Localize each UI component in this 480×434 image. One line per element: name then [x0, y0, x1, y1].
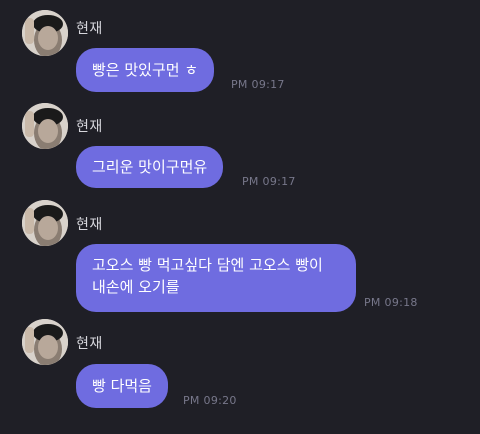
chat-thread: 현재 빵은 맛있구먼 ㅎ PM 09:17 현재 그리운 맛이구먼유 PM 09… [0, 0, 480, 434]
message-bubble[interactable]: 빵은 맛있구먼 ㅎ [76, 48, 215, 92]
avatar[interactable] [22, 10, 68, 56]
avatar[interactable] [22, 319, 68, 365]
message-bubble[interactable]: 고오스 빵 먹고싶다 담엔 고오스 빵이 내손에 오기를 [76, 244, 356, 312]
message-time: PM 09:17 [231, 78, 285, 91]
avatar[interactable] [22, 200, 68, 246]
message-text: 고오스 빵 먹고싶다 담엔 고오스 빵이 내손에 오기를 [92, 254, 323, 298]
message-time: PM 09:18 [364, 296, 418, 309]
sender-name: 현재 [76, 217, 103, 233]
message-bubble[interactable]: 빵 다먹음 [76, 364, 168, 408]
avatar[interactable] [22, 103, 68, 149]
message-time: PM 09:17 [242, 175, 296, 188]
message-line: 고오스 빵 먹고싶다 담엔 고오스 빵이 [92, 256, 323, 274]
message-bubble[interactable]: 그리운 맛이구먼유 [76, 146, 224, 188]
message-line: 내손에 오기를 [92, 278, 180, 296]
sender-name: 현재 [76, 21, 103, 37]
message-time: PM 09:20 [183, 394, 237, 407]
sender-name: 현재 [76, 336, 103, 352]
sender-name: 현재 [76, 119, 103, 135]
